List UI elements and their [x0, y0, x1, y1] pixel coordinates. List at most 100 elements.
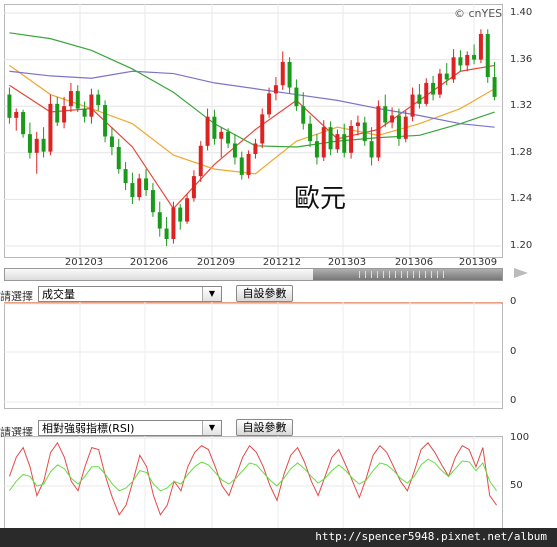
candlestick — [89, 88, 94, 124]
candle-body — [478, 33, 483, 60]
candlestick — [75, 85, 80, 113]
candle-body — [27, 134, 32, 153]
x-tick-label: 201203 — [64, 257, 104, 268]
candle-body — [280, 61, 285, 86]
candle-body — [178, 207, 183, 222]
candle-body — [185, 198, 190, 222]
moving-average-line — [9, 64, 495, 210]
candlestick — [321, 120, 326, 161]
x-tick-label: 201303 — [327, 257, 367, 268]
candle-body — [68, 91, 73, 107]
y-tick-label: 0 — [510, 395, 517, 406]
candle-body — [55, 103, 60, 123]
y-tick-label: 1.40 — [510, 7, 533, 18]
candle-body — [109, 136, 114, 147]
candle-body — [355, 122, 360, 127]
candle-body — [417, 94, 422, 104]
candle-body — [7, 94, 12, 118]
candle-body — [376, 106, 381, 158]
time-range-scrollbar[interactable] — [4, 268, 503, 281]
y-tick-label: 1.32 — [510, 100, 533, 112]
candle-body — [403, 116, 408, 139]
chevron-down-icon: ▼ — [202, 421, 221, 435]
candlestick — [21, 109, 26, 138]
candle-body — [335, 134, 340, 150]
candlestick — [96, 89, 101, 111]
candle-body — [75, 91, 80, 109]
candlestick — [478, 29, 483, 64]
candle-body — [226, 131, 231, 144]
candle-body — [349, 126, 354, 153]
candle-body — [369, 141, 374, 158]
candlestick — [246, 150, 251, 179]
candle-body — [458, 57, 463, 66]
candlestick — [82, 101, 87, 123]
candlestick — [294, 79, 299, 111]
candlestick — [205, 108, 210, 151]
candle-body — [232, 143, 237, 158]
candle-body — [308, 123, 313, 142]
candle-body — [383, 106, 388, 123]
indicator-select-value: 成交量 — [42, 288, 75, 301]
indicator-select[interactable]: 成交量 ▼ — [38, 286, 222, 302]
play-icon[interactable] — [514, 268, 528, 278]
candlestick — [335, 129, 340, 153]
x-tick-label: 201206 — [129, 257, 169, 268]
candle-body — [287, 61, 292, 88]
candle-body — [321, 127, 326, 158]
candlestick — [465, 51, 470, 72]
footer-bar: http://spencer5948.pixnet.net/album — [0, 528, 557, 547]
y-tick-label: 100 — [510, 432, 530, 443]
candlestick — [157, 201, 162, 237]
candle-body — [62, 106, 67, 123]
candle-body — [191, 176, 196, 199]
candlestick — [62, 96, 67, 129]
y-tick-label: 1.24 — [510, 193, 533, 205]
candle-body — [314, 141, 319, 158]
candle-body — [144, 178, 149, 191]
custom-params-button[interactable]: 自設參數 — [236, 419, 293, 436]
candlestick — [150, 183, 155, 217]
price-chart — [4, 4, 501, 256]
candlestick — [34, 131, 39, 174]
candle-body — [157, 212, 162, 229]
candlestick — [280, 51, 285, 90]
candle-body — [294, 87, 299, 107]
y-tick-label: 1.20 — [510, 240, 533, 251]
candle-body — [137, 178, 142, 198]
candlestick — [328, 121, 333, 156]
candle-body — [362, 122, 367, 142]
candlestick — [417, 84, 422, 109]
candle-body — [41, 138, 46, 152]
candlestick — [232, 134, 237, 165]
candlestick — [403, 110, 408, 143]
y-tick-label: 0 — [510, 296, 517, 307]
y-tick-label: 1.28 — [510, 146, 533, 158]
candle-body — [465, 54, 470, 66]
footer-url: http://spencer5948.pixnet.net/album — [315, 530, 547, 543]
candle-body — [14, 112, 19, 118]
candle-body — [21, 112, 26, 135]
candle-body — [410, 94, 415, 117]
candlestick — [314, 134, 319, 165]
indicator-select[interactable]: 相對強弱指標(RSI) ▼ — [38, 420, 222, 436]
custom-params-button[interactable]: 自設參數 — [236, 285, 293, 302]
indicator-select-value: 相對強弱指標(RSI) — [42, 422, 135, 435]
candlestick — [171, 201, 176, 244]
candlestick — [485, 29, 490, 83]
candle-body — [396, 115, 401, 139]
candle-body — [130, 183, 135, 198]
candle-body — [205, 116, 210, 146]
chevron-down-icon: ▼ — [202, 287, 221, 301]
candlestick — [48, 94, 53, 156]
candle-body — [89, 94, 94, 117]
candlestick — [123, 162, 128, 191]
candlestick — [437, 68, 442, 99]
candlestick — [267, 87, 272, 118]
candle-body — [116, 146, 121, 170]
scrollbar-thumb[interactable] — [313, 269, 502, 280]
candle-body — [273, 85, 278, 94]
candle-body — [103, 105, 108, 137]
watermark: © cnYES — [454, 7, 503, 20]
y-tick-label: 1.36 — [510, 53, 533, 65]
